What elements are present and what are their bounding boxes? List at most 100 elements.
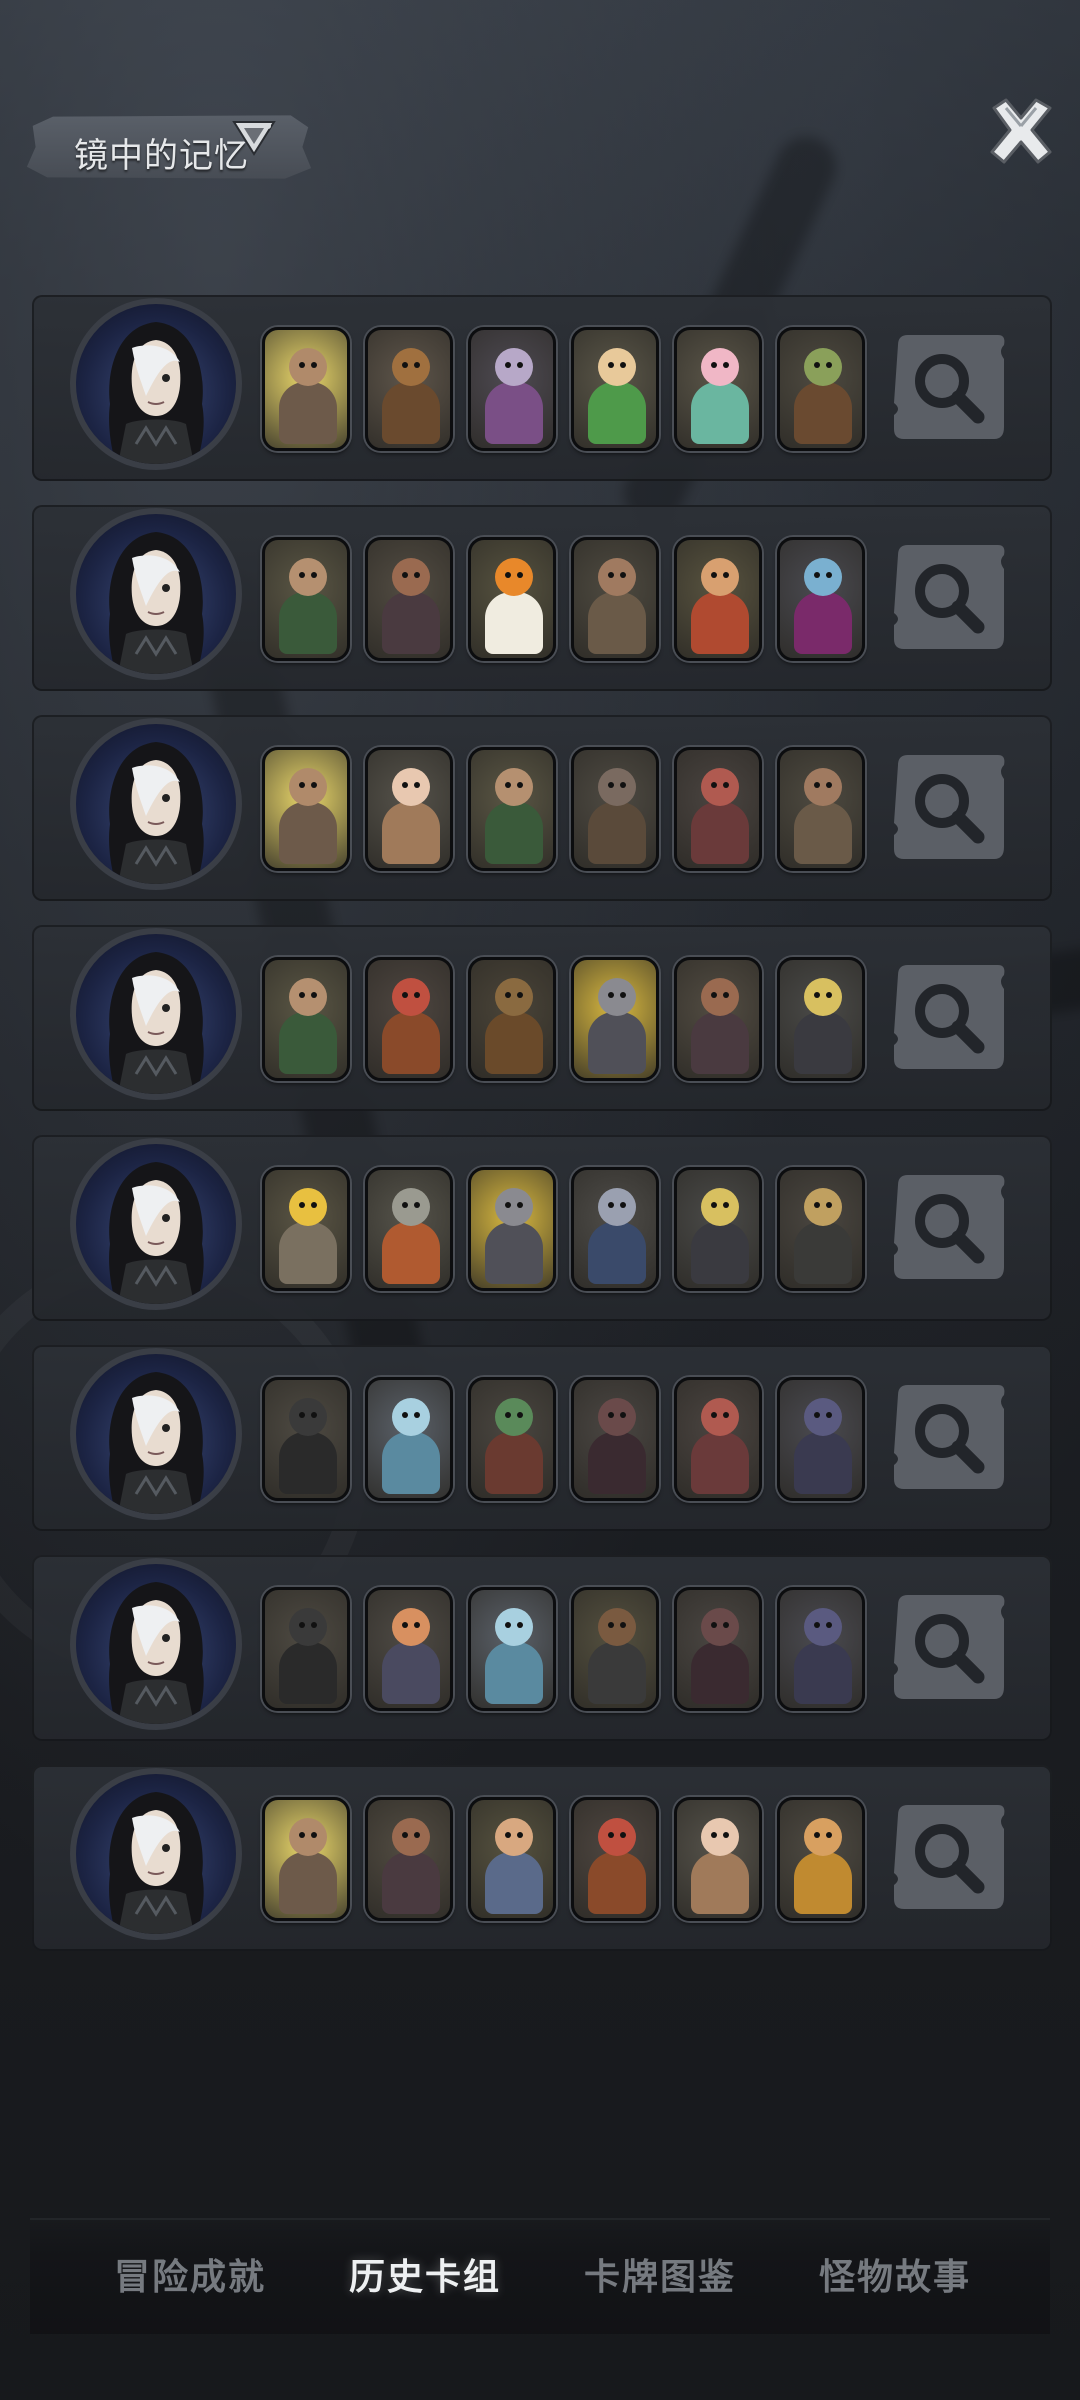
horned-beast-card[interactable]: [777, 1587, 865, 1711]
masked-rogue-card[interactable]: [468, 747, 556, 871]
deck-row[interactable]: [32, 1765, 1052, 1951]
tab-monster-stories[interactable]: 怪物故事: [795, 2250, 995, 2306]
mushroom-creature-card[interactable]: [468, 327, 556, 451]
card-figure-body: [279, 802, 337, 864]
pumpkin-head-card[interactable]: [468, 537, 556, 661]
winged-anubis-card[interactable]: [674, 1167, 762, 1291]
barbarian-warrior-card[interactable]: [571, 537, 659, 661]
card-figure-body: [794, 382, 852, 444]
tab-adventure-achievements[interactable]: 冒险成就: [90, 2250, 290, 2306]
masked-boar-card[interactable]: [571, 747, 659, 871]
hooded-hero-portrait-icon: [109, 952, 204, 1094]
red-imp-card[interactable]: [674, 747, 762, 871]
card-figure-body: [691, 1852, 749, 1914]
card-figure-head: [804, 768, 842, 806]
bearded-brute-card[interactable]: [674, 957, 762, 1081]
magnifier-icon[interactable]: [888, 1591, 1008, 1703]
lightning-bot-card[interactable]: [468, 1167, 556, 1291]
masked-rogue-card[interactable]: [262, 957, 350, 1081]
card-figure-head: [701, 558, 739, 596]
bat-creature-card[interactable]: [571, 1377, 659, 1501]
barbarian-warrior-card[interactable]: [777, 747, 865, 871]
card-figure-eye: [311, 1202, 317, 1208]
card-figure-eye: [402, 782, 408, 788]
deck-row[interactable]: [32, 1555, 1052, 1741]
card-figure-head: [598, 348, 636, 386]
card-figure-head: [392, 348, 430, 386]
deck-row[interactable]: [32, 925, 1052, 1111]
bat-creature-card[interactable]: [674, 1587, 762, 1711]
armored-knight-card[interactable]: [262, 327, 350, 451]
card-figure-head: [392, 978, 430, 1016]
red-ogre-card[interactable]: [571, 1797, 659, 1921]
magnifier-icon[interactable]: [888, 1381, 1008, 1493]
magnifier-icon[interactable]: [888, 331, 1008, 443]
card-figure-eye: [414, 572, 420, 578]
bear-cub-card[interactable]: [365, 327, 453, 451]
masked-rogue-card[interactable]: [262, 537, 350, 661]
magnifier-icon[interactable]: [888, 1171, 1008, 1283]
lotus-fairy-card[interactable]: [674, 327, 762, 451]
top-hat-rat-card[interactable]: [571, 1167, 659, 1291]
green-demon-card[interactable]: [468, 1377, 556, 1501]
drill-robot-card[interactable]: [365, 1167, 453, 1291]
magnifier-icon[interactable]: [888, 961, 1008, 1073]
rooster-mage-card[interactable]: [365, 1587, 453, 1711]
monkey-king-card[interactable]: [777, 1797, 865, 1921]
deck-row[interactable]: [32, 295, 1052, 481]
card-figure-body: [485, 1222, 543, 1284]
horned-beast-card[interactable]: [777, 1377, 865, 1501]
old-professor-card[interactable]: [365, 747, 453, 871]
triangle-filter-icon[interactable]: [232, 118, 276, 158]
deck-row[interactable]: [32, 715, 1052, 901]
hedgehog-bandit-card[interactable]: [571, 1587, 659, 1711]
close-x-icon[interactable]: [984, 94, 1058, 168]
card-figure-head: [701, 768, 739, 806]
cheese-machine-card[interactable]: [262, 1167, 350, 1291]
card-figure-head: [804, 978, 842, 1016]
card-figure-eye: [414, 362, 420, 368]
card-figure-eye: [311, 782, 317, 788]
goblin-witch-card[interactable]: [777, 327, 865, 451]
winged-anubis-card[interactable]: [777, 957, 865, 1081]
card-figure-eye: [414, 992, 420, 998]
red-imp-card[interactable]: [674, 1377, 762, 1501]
shadow-spider-card[interactable]: [262, 1587, 350, 1711]
frost-fairy-card[interactable]: [365, 1377, 453, 1501]
red-ogre-card[interactable]: [365, 957, 453, 1081]
leaf-sprite-card[interactable]: [571, 327, 659, 451]
bearded-brute-card[interactable]: [365, 537, 453, 661]
hero-avatar: [70, 1558, 242, 1730]
card-figure-eye: [505, 1832, 511, 1838]
tab-history-decks[interactable]: 历史卡组: [325, 2250, 525, 2306]
lightning-bot-card[interactable]: [571, 957, 659, 1081]
deck-row[interactable]: [32, 505, 1052, 691]
card-figure-eye: [711, 1622, 717, 1628]
hammer-dwarf-card[interactable]: [674, 537, 762, 661]
card-figure-body: [588, 1642, 646, 1704]
deck-row[interactable]: [32, 1345, 1052, 1531]
hooded-hero-portrait-icon: [109, 1792, 204, 1934]
armored-knight-card[interactable]: [262, 1797, 350, 1921]
card-figure-body: [485, 1642, 543, 1704]
magnifier-icon[interactable]: [888, 751, 1008, 863]
lumberjack-card[interactable]: [468, 1797, 556, 1921]
old-professor-card[interactable]: [674, 1797, 762, 1921]
hero-avatar: [70, 1138, 242, 1310]
armored-knight-card[interactable]: [262, 747, 350, 871]
tab-card-compendium[interactable]: 卡牌图鉴: [560, 2250, 760, 2306]
dark-elf-card[interactable]: [777, 537, 865, 661]
magnifier-icon[interactable]: [888, 541, 1008, 653]
card-figure-eye: [517, 1202, 523, 1208]
frost-fairy-card[interactable]: [468, 1587, 556, 1711]
card-figure-body: [485, 1012, 543, 1074]
bearded-brute-card[interactable]: [365, 1797, 453, 1921]
puppet-master-card[interactable]: [777, 1167, 865, 1291]
deck-row[interactable]: [32, 1135, 1052, 1321]
card-figure-body: [279, 1642, 337, 1704]
shadow-spider-card[interactable]: [262, 1377, 350, 1501]
card-figure-body: [588, 1432, 646, 1494]
magnifier-icon[interactable]: [888, 1801, 1008, 1913]
bottom-tab-bar: 冒险成就 历史卡组 卡牌图鉴 怪物故事: [30, 2218, 1050, 2334]
wooden-golem-card[interactable]: [468, 957, 556, 1081]
